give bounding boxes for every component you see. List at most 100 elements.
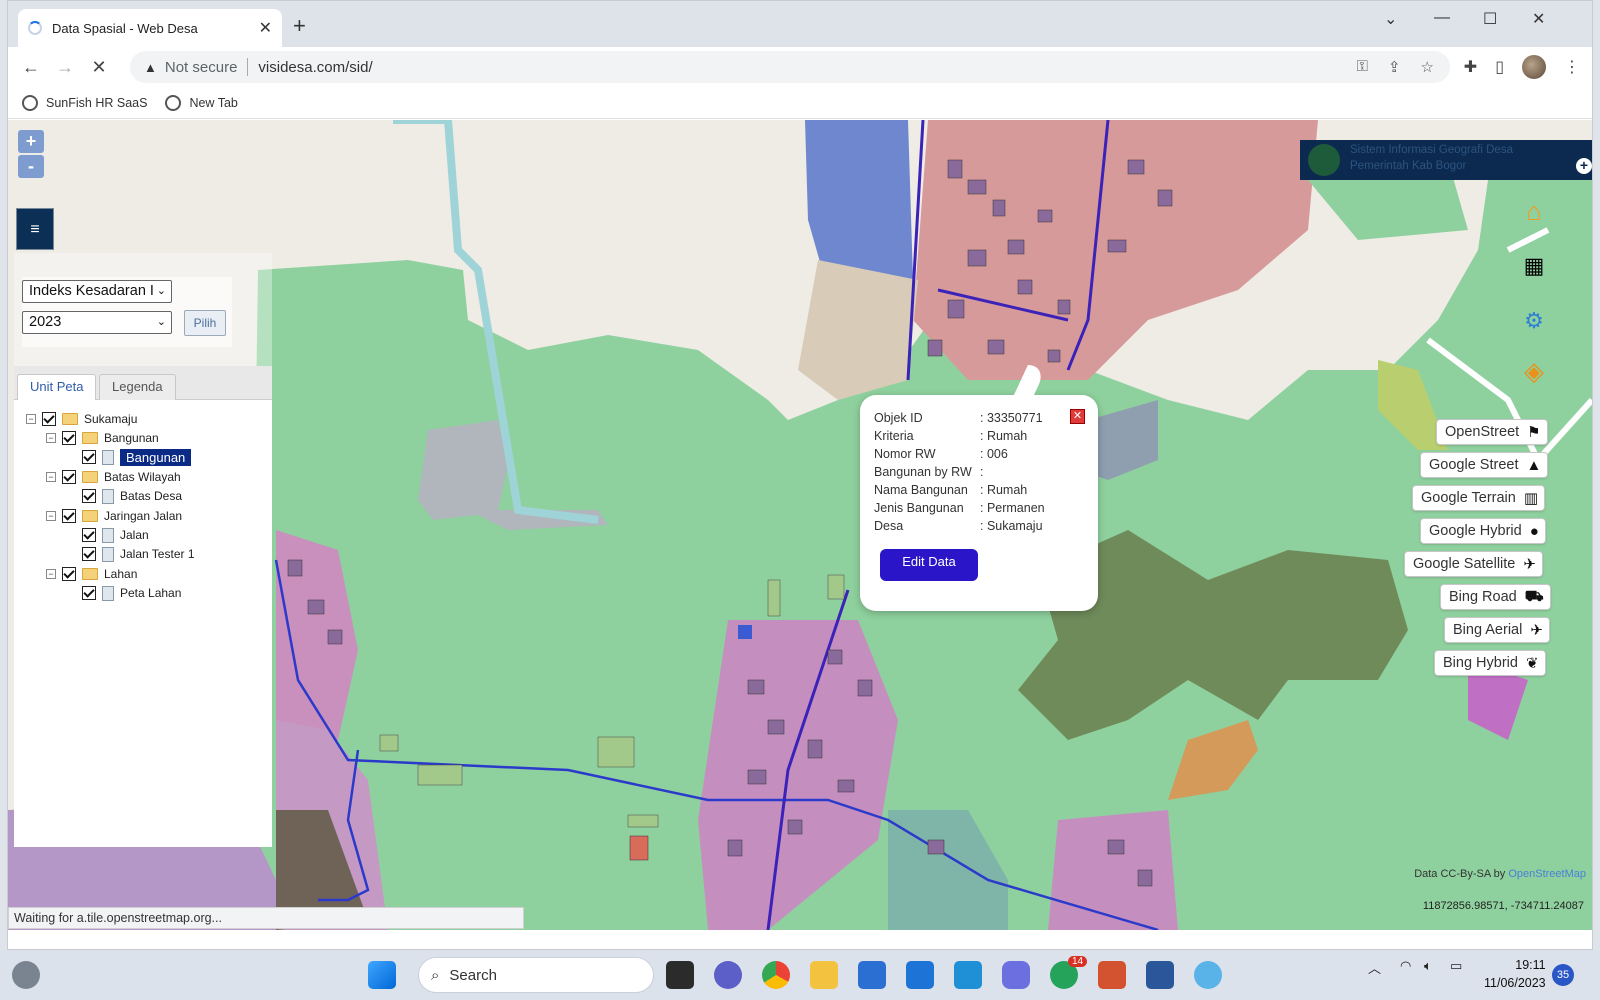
word-icon[interactable] (1146, 961, 1174, 989)
side-panel-icon[interactable]: ▯ (1495, 57, 1504, 77)
zoom-out-button[interactable]: - (18, 155, 44, 178)
tab-unit-peta[interactable]: Unit Peta (17, 374, 97, 400)
volume-icon[interactable]: 🔈︎ (1424, 958, 1432, 974)
file-explorer-icon[interactable] (810, 961, 838, 989)
mail-icon[interactable] (906, 961, 934, 989)
tree-label[interactable]: Bangunan (104, 431, 159, 445)
tree-label[interactable]: Sukamaju (84, 412, 137, 426)
taskbar-search[interactable]: ⌕ Search (418, 957, 654, 993)
close-tab-icon[interactable]: ✕ (259, 18, 272, 38)
chrome-icon[interactable] (762, 961, 790, 989)
tab-search-chevron-icon[interactable]: ⌄ (1384, 9, 1397, 29)
l-app-icon[interactable] (954, 961, 982, 989)
filter-box: Indeks Kesadaran I ⌄ 2023 ⌄ Pilih (22, 277, 232, 347)
menu-kebab-icon[interactable]: ⋮ (1564, 57, 1580, 77)
stop-loading-icon[interactable]: ✕ (82, 57, 116, 78)
collapse-icon[interactable]: − (46, 569, 56, 579)
pilih-button[interactable]: Pilih (184, 310, 226, 336)
zoom-in-button[interactable]: + (18, 130, 44, 153)
checkbox[interactable] (82, 586, 96, 600)
checkbox[interactable] (82, 547, 96, 561)
share-icon[interactable]: ⇪ (1388, 58, 1401, 76)
basemap-google-satellite-button[interactable]: Google Satellite ✈ (1404, 551, 1543, 577)
browser-tab[interactable]: Data Spasial - Web Desa ✕ (18, 9, 282, 47)
store-icon[interactable] (858, 961, 886, 989)
popup-value: : 33350771 (980, 411, 1043, 425)
checkbox[interactable] (42, 412, 56, 426)
basemap-google-terrain-button[interactable]: Google Terrain ▥ (1412, 485, 1546, 511)
year-select[interactable]: 2023 ⌄ (22, 311, 172, 334)
basemap-label: Google Hybrid (1429, 523, 1522, 539)
key-icon[interactable]: ⚿ (1357, 58, 1368, 76)
tree-label[interactable]: Jalan Tester 1 (120, 547, 195, 561)
app-icon[interactable] (1194, 961, 1222, 989)
attribution-link[interactable]: OpenStreetMap (1508, 868, 1586, 880)
indicator-select[interactable]: Indeks Kesadaran I ⌄ (22, 280, 172, 303)
notification-badge[interactable]: 35 (1552, 964, 1574, 986)
copilot-icon[interactable] (1002, 961, 1030, 989)
tree-node-lahan-group: − Lahan (46, 565, 137, 583)
profile-avatar[interactable] (1522, 55, 1546, 79)
bookmark-sunfish[interactable]: SunFish HR SaaS (22, 94, 147, 111)
start-windows-icon[interactable] (368, 961, 396, 989)
checkbox[interactable] (82, 450, 96, 464)
basemap-bing-road-button[interactable]: Bing Road ⛟ (1440, 584, 1551, 610)
layers-icon[interactable]: ◈ (1518, 355, 1550, 387)
tree-label[interactable]: Batas Wilayah (104, 470, 181, 484)
tree-label[interactable]: Peta Lahan (120, 586, 181, 600)
teams-chat-icon[interactable] (714, 961, 742, 989)
statistics-icon[interactable]: ▦ (1518, 250, 1550, 282)
basemap-openstreet-button[interactable]: OpenStreet ⚑ (1436, 419, 1548, 445)
map-canvas[interactable]: + - ≡ Indeks Kesadaran I ⌄ 2023 ⌄ Pilih … (8, 120, 1592, 930)
tree-label[interactable]: Batas Desa (120, 489, 182, 503)
checkbox[interactable] (82, 528, 96, 542)
tab-title: Data Spasial - Web Desa (52, 20, 198, 36)
battery-icon[interactable]: ▭ (1450, 958, 1462, 974)
expand-plus-icon[interactable]: + (1576, 158, 1592, 174)
checkbox[interactable] (62, 431, 76, 445)
basemap-bing-aerial-button[interactable]: Bing Aerial ✈ (1444, 617, 1550, 643)
tree-label[interactable]: Jaringan Jalan (104, 509, 182, 523)
tree-label[interactable]: Lahan (104, 567, 137, 581)
basemap-bing-hybrid-button[interactable]: Bing Hybrid ❦ (1434, 650, 1546, 676)
address-bar[interactable]: ▲ Not secure visidesa.com/sid/ ⚿ ⇪ ☆ (130, 51, 1450, 83)
minimize-icon[interactable]: — (1434, 9, 1450, 27)
sidebar-menu-button[interactable]: ≡ (16, 208, 54, 250)
basemap-google-hybrid-button[interactable]: Google Hybrid ● (1420, 518, 1546, 544)
checkbox[interactable] (82, 489, 96, 503)
folder-icon (82, 471, 98, 483)
tools-icon[interactable]: ⚙ (1518, 305, 1550, 337)
weather-icon[interactable] (12, 961, 40, 989)
checkbox[interactable] (62, 470, 76, 484)
tree-label[interactable]: Jalan (120, 528, 149, 542)
maximize-icon[interactable]: ☐ (1483, 9, 1497, 29)
tree-node-lahan-layer: Peta Lahan (82, 584, 181, 602)
checkbox[interactable] (62, 509, 76, 523)
task-view-icon[interactable] (666, 961, 694, 989)
tree-label-selected[interactable]: Bangunan (120, 448, 192, 466)
collapse-icon[interactable]: − (46, 472, 56, 482)
home-icon[interactable]: ⌂ (1518, 195, 1550, 227)
layer-icon (102, 488, 114, 504)
wifi-icon[interactable]: ◠ (1400, 958, 1411, 974)
tab-legenda[interactable]: Legenda (99, 374, 176, 400)
extensions-icon[interactable]: ✚ (1464, 57, 1477, 77)
forward-icon[interactable]: → (48, 57, 82, 78)
tray-chevron-icon[interactable]: ︿ (1368, 958, 1381, 977)
collapse-icon[interactable]: − (26, 414, 36, 424)
bookmark-new-tab[interactable]: New Tab (165, 94, 238, 111)
bookmark-star-icon[interactable]: ☆ (1421, 58, 1434, 76)
basemap-google-street-button[interactable]: Google Street ▲ (1420, 452, 1549, 478)
close-window-icon[interactable]: ✕ (1532, 9, 1545, 29)
taskbar-clock[interactable]: 19:11 11/06/2023 (1484, 956, 1546, 992)
status-bar: Waiting for a.tile.openstreetmap.org... (8, 907, 524, 929)
collapse-icon[interactable]: − (46, 433, 56, 443)
new-tab-button[interactable]: + (293, 15, 306, 37)
chevron-down-icon: ⌄ (156, 316, 166, 328)
back-icon[interactable]: ← (14, 57, 48, 78)
edit-data-button[interactable]: Edit Data (880, 549, 978, 581)
popup-close-icon[interactable]: ✕ (1070, 409, 1085, 424)
collapse-icon[interactable]: − (46, 511, 56, 521)
checkbox[interactable] (62, 567, 76, 581)
powerpoint-icon[interactable] (1098, 961, 1126, 989)
